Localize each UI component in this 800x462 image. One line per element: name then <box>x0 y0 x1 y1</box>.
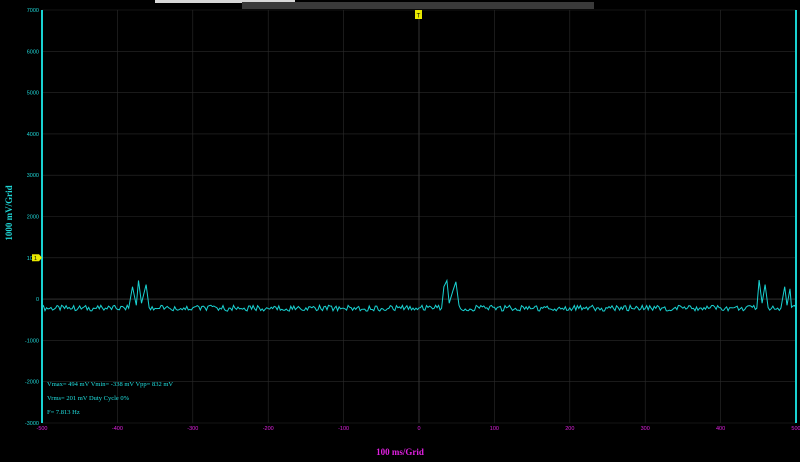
y-tick-label: 5000 <box>27 91 39 97</box>
x-tick-label: 0 <box>417 426 420 432</box>
x-tick-label: -300 <box>187 426 198 432</box>
grid <box>41 9 797 424</box>
y-tick-label: 6000 <box>27 49 39 55</box>
channel-level-marker[interactable]: 1 <box>32 254 42 262</box>
x-tick-label: 400 <box>716 426 725 432</box>
y-axis-label: 1000 mV/Grid <box>4 185 14 241</box>
y-tick-label: -1000 <box>25 338 39 344</box>
x-tick-label: -100 <box>338 426 349 432</box>
measurement-line-1: Vmax= 494 mV Vmin= -338 mV Vpp= 832 mV <box>47 381 174 388</box>
x-tick-labels: -500 -400 -300 -200 -100 0 100 200 300 400 500 <box>36 426 800 432</box>
y-tick-label: 3000 <box>27 173 39 179</box>
measurement-line-2: Vrms= 201 mV Duty Cycle 0% <box>47 395 130 402</box>
x-axis-label: 100 ms/Grid <box>376 447 424 457</box>
x-tick-label: 100 <box>490 426 499 432</box>
x-tick-label: 500 <box>791 426 800 432</box>
x-tick-label: -500 <box>36 426 47 432</box>
scrollbar-pattern <box>242 8 594 9</box>
svg-text:1: 1 <box>34 256 37 262</box>
x-tick-label: -400 <box>112 426 123 432</box>
x-tick-label: 300 <box>641 426 650 432</box>
measurement-line-3: F= 7.813 Hz <box>47 409 80 416</box>
trigger-marker[interactable]: T <box>415 10 422 20</box>
timebase-scrollbar[interactable] <box>242 2 594 9</box>
oscilloscope-display: 70006000500040003000200010000-1000-2000-… <box>25 8 800 432</box>
y-tick-label: 2000 <box>27 215 39 221</box>
svg-text:T: T <box>417 14 421 20</box>
x-tick-label: -200 <box>263 426 274 432</box>
y-tick-label: -2000 <box>25 380 39 386</box>
y-tick-label: 7000 <box>27 8 39 14</box>
x-tick-label: 200 <box>565 426 574 432</box>
y-tick-label: 0 <box>36 297 39 303</box>
y-tick-label: 4000 <box>27 132 39 138</box>
y-tick-labels: 70006000500040003000200010000-1000-2000-… <box>25 8 39 427</box>
